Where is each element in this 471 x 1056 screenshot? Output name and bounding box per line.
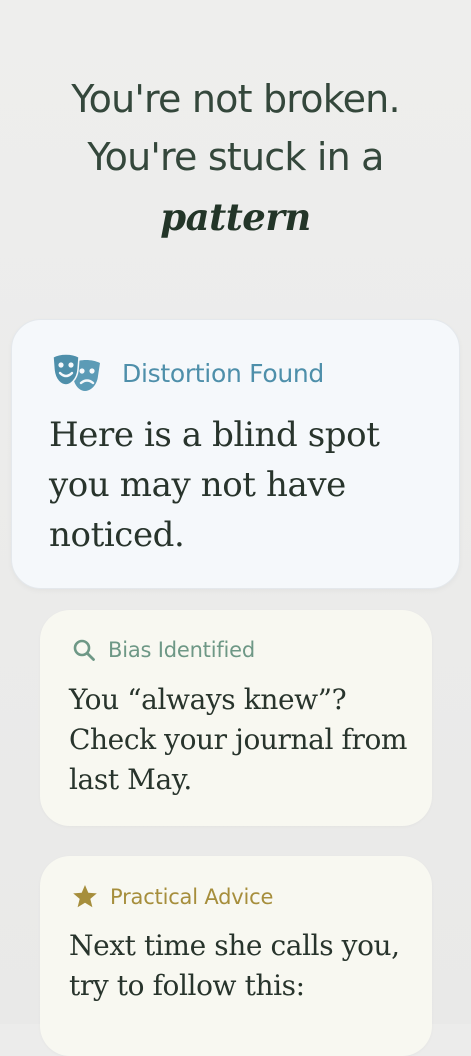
- card-tag-label: Practical Advice: [110, 884, 274, 909]
- card-body-text: Here is a blind spot you may not have no…: [49, 415, 380, 555]
- card-tag: Distortion Found: [52, 353, 324, 392]
- card-body-text: You “always knew”? Check your journal fr…: [69, 683, 408, 796]
- card-tag: Practical Advice: [72, 884, 273, 909]
- theater-masks-icon: [52, 353, 102, 392]
- card-tag: Bias Identified: [72, 638, 255, 662]
- hero-line-2: You're stuck in a: [87, 135, 384, 179]
- star-icon: [72, 884, 98, 909]
- screen: You're not broken. You're stuck in a pat…: [0, 0, 471, 1056]
- card-tag-label: Bias Identified: [108, 638, 256, 662]
- hero-emphasis: pattern: [160, 195, 311, 239]
- hero-headline: You're not broken. You're stuck in a pat…: [0, 70, 471, 246]
- bias-card[interactable]: Bias Identified You “always knew”? Check…: [40, 610, 432, 826]
- search-icon: [72, 638, 96, 662]
- advice-card[interactable]: Practical Advice Next time she calls you…: [40, 856, 432, 1056]
- distortion-card[interactable]: Distortion Found Here is a blind spot yo…: [11, 319, 460, 589]
- hero-line-1: You're not broken.: [71, 77, 400, 121]
- card-tag-label: Distortion Found: [122, 358, 324, 388]
- card-body-text: Next time she calls you, try to follow t…: [69, 929, 400, 1002]
